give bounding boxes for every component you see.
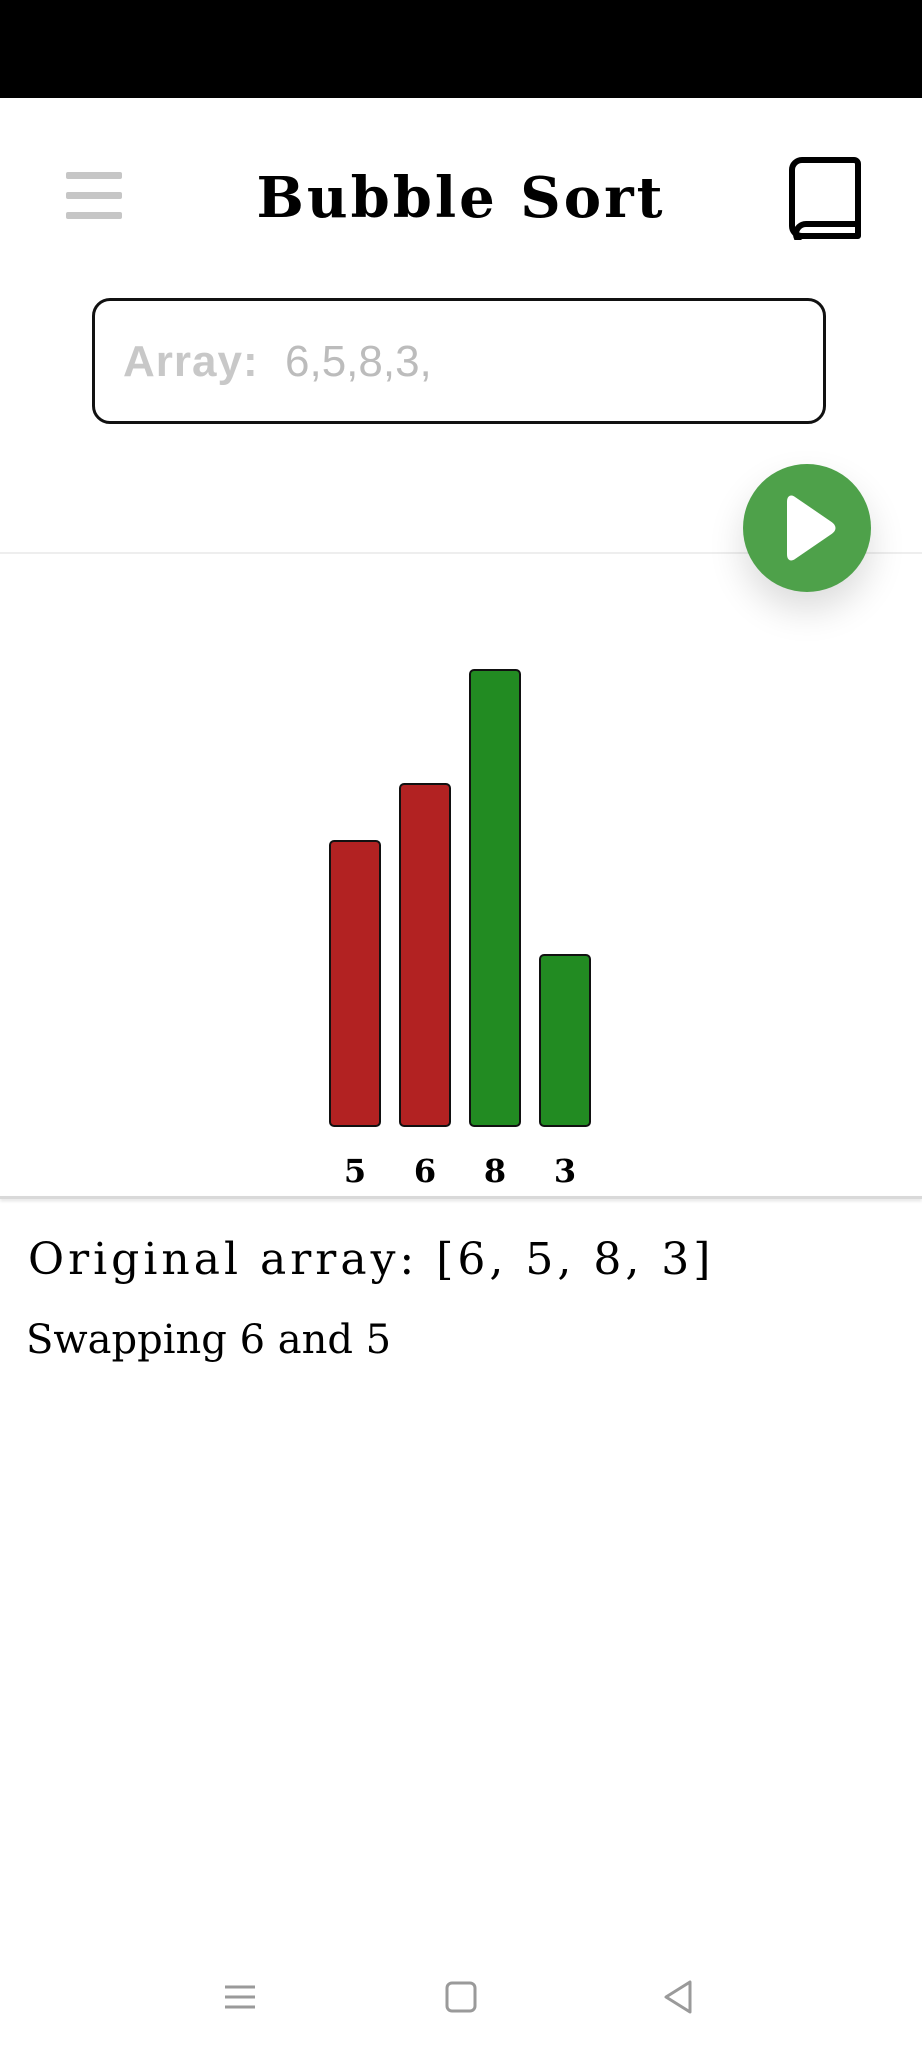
array-field-label: Array:: [123, 337, 259, 386]
back-icon[interactable]: [654, 1972, 704, 2022]
array-input-field[interactable]: Array: 6,5,8,3,: [92, 298, 826, 424]
bar-label-5: 5: [344, 1152, 366, 1190]
book-icon[interactable]: [788, 156, 862, 247]
bar-label-6: 6: [414, 1152, 436, 1190]
bar-8: [469, 669, 521, 1127]
system-nav-bar: [0, 1950, 922, 2048]
divider: [0, 1196, 922, 1199]
page-title: Bubble Sort: [256, 165, 666, 231]
bar-chart: 5 6 8 3: [0, 554, 922, 1196]
recents-icon[interactable]: [215, 1972, 265, 2022]
step-description: Swapping 6 and 5: [26, 1317, 392, 1363]
array-field-value[interactable]: 6,5,8,3,: [285, 337, 432, 387]
bar-6: [399, 783, 451, 1127]
status-bar: [0, 0, 922, 98]
original-array-text: Original array: [6, 5, 8, 3]: [28, 1234, 715, 1285]
bar-label-8: 8: [484, 1152, 506, 1190]
play-button[interactable]: [743, 464, 871, 592]
home-icon[interactable]: [436, 1972, 486, 2022]
bar-5: [329, 840, 381, 1127]
app-bar: Bubble Sort: [0, 98, 922, 298]
bar-3: [539, 954, 591, 1127]
bar-label-3: 3: [554, 1152, 576, 1190]
play-icon: [787, 495, 836, 561]
bar-chart-svg: 5 6 8 3: [329, 669, 591, 1190]
